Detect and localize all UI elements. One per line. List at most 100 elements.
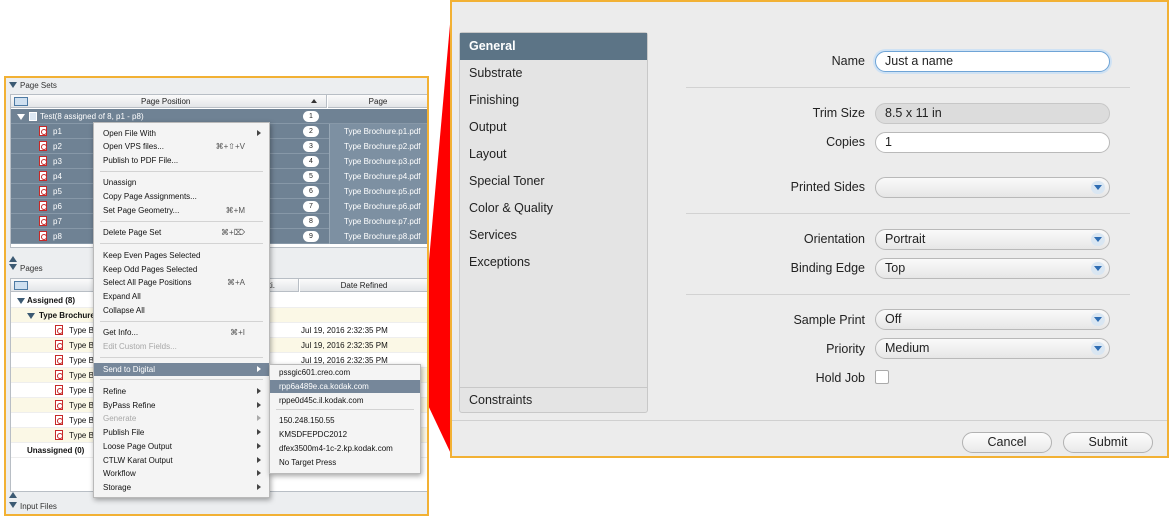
menu-open-vps[interactable]: Open VPS files... ⌘+⇧+V [94,140,269,153]
position-name: p4 [53,172,62,181]
sidebar-item-constraints[interactable]: Constraints [460,387,647,414]
menu-collapse-all[interactable]: Collapse All [94,304,269,317]
target-press-item[interactable]: rpp6a489e.ca.kodak.com [270,380,420,393]
pdf-icon [55,400,63,410]
printed-sides-select[interactable] [875,177,1110,198]
menu-bypass-refine[interactable]: ByPass Refine [94,399,269,412]
menu-workflow[interactable]: Workflow [94,467,269,480]
position-name: p5 [53,187,62,196]
sidebar-item-special-toner[interactable]: Special Toner [460,168,647,195]
splitter-up-icon[interactable] [9,492,17,498]
no-target-press-item[interactable]: No Target Press [270,456,420,469]
view-toggle-icon[interactable] [14,97,28,106]
menu-expand-all[interactable]: Expand All [94,290,269,303]
position-name: p1 [53,127,62,136]
priority-select[interactable]: Medium [875,338,1110,359]
col-page-position[interactable]: Page Position [141,95,190,108]
view-toggle-icon[interactable] [14,281,28,290]
submenu-arrow-icon [257,429,261,435]
target-press-item[interactable]: dfex3500m4-1c-2.kp.kodak.com [270,442,420,455]
submenu-arrow-icon [257,457,261,463]
sample-print-select[interactable]: Off [875,309,1110,330]
menu-keep-odd[interactable]: Keep Odd Pages Selected [94,263,269,276]
menu-loose-page-output[interactable]: Loose Page Output [94,440,269,453]
position-number: 9 [303,231,319,242]
assigned-disclosure-icon[interactable] [17,298,25,304]
position-name: p3 [53,157,62,166]
assigned-page-file: Type Brochure.p2.pdf [329,139,427,154]
position-number: 5 [303,171,319,182]
sidebar-item-services[interactable]: Services [460,222,647,249]
menu-get-info[interactable]: Get Info... ⌘+I [94,326,269,339]
copies-field[interactable]: 1 [875,132,1110,153]
printed-sides-label: Printed Sides [790,180,865,194]
assigned-page-file: Type Brochure.p3.pdf [329,154,427,169]
sidebar-item-finishing[interactable]: Finishing [460,87,647,114]
select-value: Top [885,261,906,275]
menu-keep-even[interactable]: Keep Even Pages Selected [94,249,269,262]
select-value: Medium [885,341,930,355]
pdf-icon [39,186,47,196]
sidebar-item-output[interactable]: Output [460,114,647,141]
submenu-arrow-icon [257,484,261,490]
submenu-arrow-icon [257,388,261,394]
divider [686,87,1130,88]
pdf-icon [39,156,47,166]
submit-button[interactable]: Submit [1063,432,1153,453]
col-page[interactable]: Page [328,95,427,108]
menu-refine[interactable]: Refine [94,385,269,398]
menu-select-all[interactable]: Select All Page Positions ⌘+A [94,276,269,289]
menu-publish-file[interactable]: Publish File [94,426,269,439]
input-files-disclosure-icon[interactable] [9,502,17,508]
col-date-refined[interactable]: Date Refined [300,279,427,292]
menu-generate: Generate [94,412,269,425]
name-label: Name [831,54,865,68]
sidebar-item-layout[interactable]: Layout [460,141,647,168]
menu-storage[interactable]: Storage [94,481,269,494]
group-position-number: 1 [303,111,319,122]
target-press-item[interactable]: KMSDFEPDC2012 [270,428,420,441]
cancel-button[interactable]: Cancel [962,432,1052,453]
name-field[interactable]: Just a name [875,51,1110,72]
pages-disclosure-icon[interactable] [9,264,17,270]
position-name: p8 [53,232,62,241]
pdf-icon [55,355,63,365]
trim-size-field: 8.5 x 11 in [875,103,1110,124]
menu-delete-page-set[interactable]: Delete Page Set ⌘+⌦ [94,226,269,239]
brochure-disclosure-icon[interactable] [27,313,35,319]
binding-edge-select[interactable]: Top [875,258,1110,279]
hold-job-checkbox[interactable] [875,370,889,384]
page-sets-disclosure-icon[interactable] [9,82,17,88]
menu-publish-pdf[interactable]: Publish to PDF File... [94,154,269,167]
position-number: 3 [303,141,319,152]
menu-edit-custom-fields: Edit Custom Fields... [103,342,177,351]
menu-open-file-with[interactable]: Open File With [94,127,269,140]
menu-copy-assignments[interactable]: Copy Page Assignments... [94,190,269,203]
position-number: 2 [303,126,319,137]
footer-divider [452,420,1167,421]
orientation-select[interactable]: Portrait [875,229,1110,250]
menu-separator [276,409,414,410]
page-set-icon [29,112,37,121]
pdf-icon [39,126,47,136]
select-value: Portrait [885,232,926,246]
select-value: Off [885,312,902,326]
target-press-item[interactable]: rppe0d45c.il.kodak.com [270,394,420,407]
pages-title: Pages [20,264,43,273]
position-name: p7 [53,217,62,226]
sidebar-item-substrate[interactable]: Substrate [460,60,647,87]
menu-set-geometry[interactable]: Set Page Geometry... ⌘+M [94,204,269,217]
target-press-item[interactable]: pssgic601.creo.com [270,366,420,379]
menu-ctlw-karat-output[interactable]: CTLW Karat Output [94,454,269,467]
chevron-down-icon [1091,313,1105,326]
sidebar-item-exceptions[interactable]: Exceptions [460,249,647,276]
sidebar-item-general[interactable]: General [460,33,647,60]
pdf-icon [55,370,63,380]
position-name: p2 [53,142,62,151]
group-disclosure-icon[interactable] [17,114,25,120]
target-press-item[interactable]: 150.248.150.55 [270,414,420,427]
menu-send-to-digital[interactable]: Send to Digital [94,363,269,376]
menu-unassign[interactable]: Unassign [94,176,269,189]
sidebar-item-color-quality[interactable]: Color & Quality [460,195,647,222]
splitter-up-icon[interactable] [9,256,17,262]
